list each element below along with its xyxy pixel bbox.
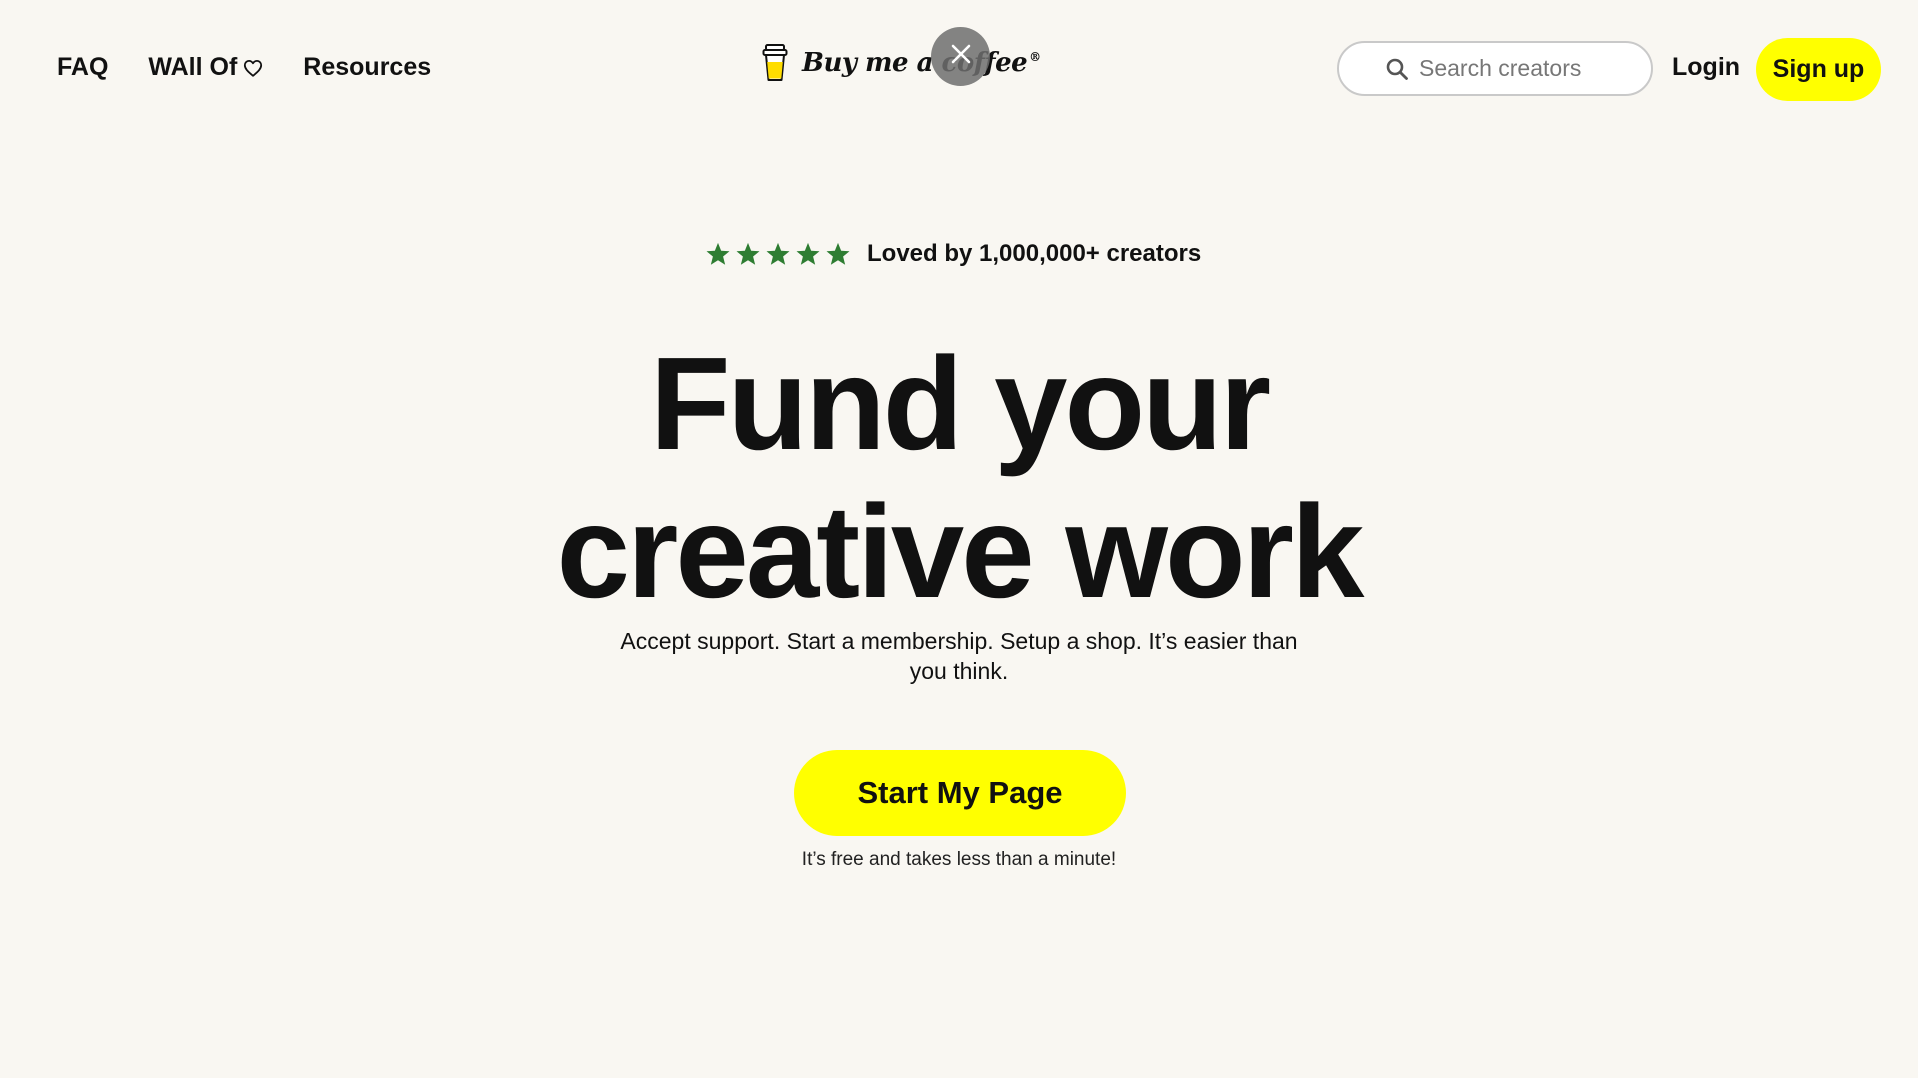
nav-resources-link[interactable]: Resources (303, 53, 431, 82)
logo-registered-mark: ® (1029, 50, 1041, 65)
hero-subtext: Accept support. Start a membership. Setu… (620, 628, 1298, 684)
logo-text: Buy me a coffee ® (802, 48, 1041, 78)
star-icon (765, 242, 791, 267)
star-icon (825, 242, 851, 267)
star-icon (795, 242, 821, 267)
search-box[interactable] (1337, 41, 1659, 96)
nav-faq-link[interactable]: FAQ (57, 53, 108, 82)
search-input[interactable] (1419, 55, 1659, 82)
login-link[interactable]: Login (1672, 53, 1740, 82)
nav-wall-of-label: WAll Of (148, 53, 238, 81)
cta-note: It’s free and takes less than a minute! (801, 849, 1117, 870)
nav-resources-label: Resources (303, 53, 432, 81)
hero-headline: Fund your creative work (0, 330, 1918, 626)
logo-wordmark: Buy me a coffee (802, 48, 1028, 78)
rating-text: Loved by 1,000,000+ creators (867, 240, 1202, 267)
search-icon (1385, 57, 1409, 86)
coffee-cup-icon (762, 44, 788, 82)
brand-logo[interactable]: Buy me a coffee ® (762, 44, 1041, 82)
overlay-close-button[interactable] (931, 27, 990, 86)
headline-line-2: creative work (556, 478, 1365, 625)
nav-faq-label: FAQ (57, 53, 109, 81)
close-icon (950, 43, 972, 70)
site-header: FAQ WAll Of Resources Buy me a coffee® (0, 0, 1918, 140)
signup-button[interactable]: Sign up (1756, 38, 1881, 101)
main-nav: FAQ WAll Of Resources (57, 53, 431, 82)
nav-wall-of-love-link[interactable]: WAll Of (148, 53, 263, 82)
star-icon (705, 242, 731, 267)
star-icon (735, 242, 761, 267)
star-rating (705, 242, 851, 267)
headline-line-1: Fund your (649, 330, 1271, 477)
rating-row: Loved by 1,000,000+ creators (705, 240, 1201, 268)
start-my-page-button[interactable]: Start My Page (794, 750, 1126, 836)
heart-icon (243, 59, 263, 77)
